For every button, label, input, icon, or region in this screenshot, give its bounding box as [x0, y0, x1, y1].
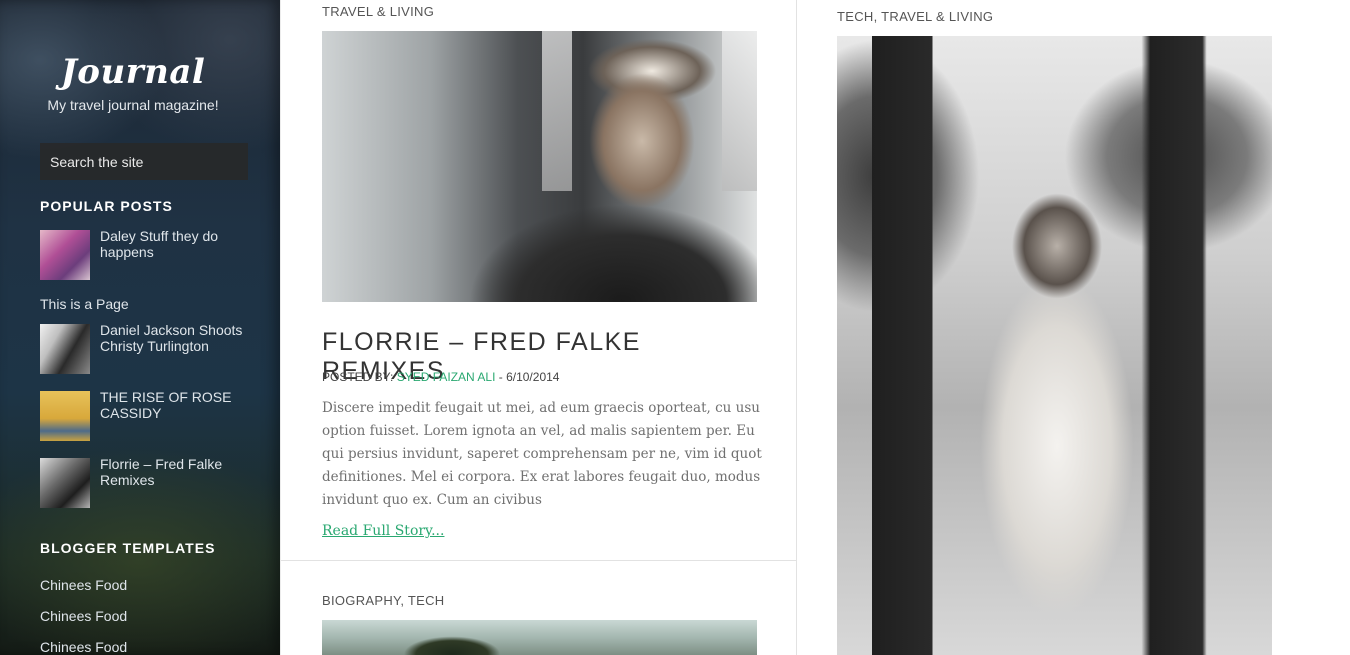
- site-tagline: My travel journal magazine!: [47, 97, 219, 113]
- popular-post-item[interactable]: Daley Stuff they do happens: [40, 228, 260, 282]
- post-excerpt: Discere impedit feugait ut mei, ad eum g…: [322, 400, 762, 508]
- popular-post-item[interactable]: Daniel Jackson Shoots Christy Turlington: [40, 322, 260, 376]
- post-categories[interactable]: TECH, TRAVEL & LIVING: [837, 9, 993, 24]
- post-divider: [281, 560, 797, 561]
- popular-post-thumbnail[interactable]: [40, 458, 90, 508]
- image-detail: [722, 31, 757, 191]
- blogger-template-link[interactable]: Chinees Food: [40, 639, 127, 655]
- blogger-templates-heading: BLOGGER TEMPLATES: [40, 540, 216, 556]
- popular-post-link[interactable]: Daniel Jackson Shoots Christy Turlington: [100, 322, 250, 354]
- post-date: - 6/10/2014: [498, 370, 560, 384]
- post-featured-image[interactable]: [837, 36, 1272, 655]
- post-categories[interactable]: BIOGRAPHY, TECH: [322, 593, 445, 608]
- site-title[interactable]: Journal: [0, 52, 266, 92]
- blogger-template-link[interactable]: Chinees Food: [40, 608, 127, 624]
- post-categories[interactable]: TRAVEL & LIVING: [322, 4, 434, 19]
- popular-post-thumbnail[interactable]: [40, 230, 90, 280]
- post-featured-image[interactable]: [322, 31, 757, 302]
- popular-posts-heading: POPULAR POSTS: [40, 198, 173, 214]
- post-author-link[interactable]: SYED FAIZAN ALI: [397, 370, 496, 384]
- sidebar: Journal My travel journal magazine! POPU…: [0, 0, 280, 655]
- post-meta: POSTED BY: SYED FAIZAN ALI - 6/10/2014: [322, 370, 559, 384]
- popular-post-link[interactable]: Florrie – Fred Falke Remixes: [100, 456, 250, 488]
- popular-post-thumbnail[interactable]: [40, 324, 90, 374]
- popular-post-link[interactable]: Daley Stuff they do happens: [100, 228, 250, 260]
- popular-post-item[interactable]: THE RISE OF ROSE CASSIDY: [40, 389, 260, 443]
- post-column-left: TRAVEL & LIVING FLORRIE – FRED FALKE REM…: [280, 0, 797, 655]
- popular-post-thumbnail[interactable]: [40, 391, 90, 441]
- popular-post-link[interactable]: THE RISE OF ROSE CASSIDY: [100, 389, 250, 421]
- read-more-link[interactable]: Read Full Story...: [322, 523, 444, 539]
- post-column-right: TECH, TRAVEL & LIVING: [797, 0, 1350, 655]
- page-link[interactable]: This is a Page: [40, 296, 129, 312]
- posted-by-label: POSTED BY:: [322, 370, 394, 384]
- post-featured-image[interactable]: [322, 620, 757, 655]
- blogger-template-link[interactable]: Chinees Food: [40, 577, 127, 593]
- search-input[interactable]: [40, 143, 248, 180]
- popular-post-item[interactable]: Florrie – Fred Falke Remixes: [40, 456, 260, 510]
- image-detail: [542, 31, 572, 191]
